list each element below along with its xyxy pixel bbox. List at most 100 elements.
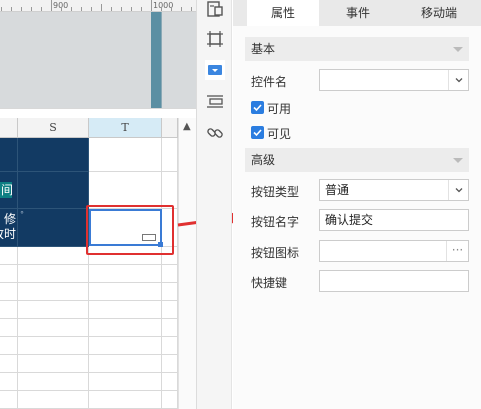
- section-advanced-title: 高级: [251, 153, 276, 167]
- shortcut-label: 快捷键: [251, 276, 288, 290]
- horizontal-ruler: 900 1000: [0, 0, 196, 12]
- grid-cell[interactable]: [18, 373, 89, 391]
- scroll-up-icon[interactable]: ▲: [183, 121, 191, 132]
- enabled-label: 可用: [267, 102, 292, 116]
- grid-cell[interactable]: [18, 319, 89, 337]
- control-name-label: 控件名: [251, 75, 288, 89]
- grid-cell[interactable]: [0, 337, 18, 355]
- button-icon-input[interactable]: ···: [319, 240, 469, 262]
- grid-cell[interactable]: [162, 337, 178, 355]
- ruler-tick: [11, 7, 12, 11]
- tab-mobile[interactable]: 移动端: [397, 0, 481, 26]
- grid-cell[interactable]: [0, 301, 18, 319]
- grid-cell[interactable]: [18, 355, 89, 373]
- dropdown-widget-icon[interactable]: [205, 60, 225, 80]
- corner-mark: °: [20, 210, 24, 219]
- ruler-tick: [171, 7, 172, 11]
- ruler-tick: [161, 7, 162, 11]
- ruler-tick: [31, 7, 32, 11]
- grid-cell[interactable]: [18, 301, 89, 319]
- page-boundary-marker[interactable]: [151, 12, 161, 108]
- grid-cell[interactable]: [0, 319, 18, 337]
- grid-cell[interactable]: 间: [0, 172, 18, 209]
- grid-cell[interactable]: [162, 265, 178, 283]
- pane-splitter[interactable]: [0, 108, 196, 118]
- grid-cell[interactable]: [89, 283, 162, 301]
- grid-cell[interactable]: [18, 265, 89, 283]
- grid-cell[interactable]: [18, 247, 89, 265]
- cell-text: 修: [4, 212, 17, 226]
- enabled-checkbox[interactable]: [251, 101, 264, 114]
- column-header-prev[interactable]: [0, 118, 18, 138]
- ruler-tick: [81, 7, 82, 11]
- grid-cell[interactable]: 修 改时: [0, 209, 18, 247]
- grid-cell[interactable]: [0, 283, 18, 301]
- shortcut-input[interactable]: [319, 270, 469, 292]
- ruler-tick: [1, 7, 2, 11]
- grid-cell[interactable]: [18, 391, 89, 409]
- grid-cell[interactable]: [18, 172, 89, 209]
- cell-text: 改时: [0, 227, 17, 241]
- grid-cell[interactable]: [0, 265, 18, 283]
- design-canvas[interactable]: 900 1000 S T 间 修 时 ° ▲: [0, 0, 196, 409]
- chevron-down-icon[interactable]: [448, 180, 468, 200]
- app-root: 900 1000 S T 间 修 时 ° ▲ 属性 事件 移动端 基本 控件名 …: [0, 0, 481, 409]
- tab-properties[interactable]: 属性: [247, 0, 319, 26]
- cell-text: 间: [1, 183, 14, 197]
- grid-cell[interactable]: [0, 355, 18, 373]
- button-name-input[interactable]: 确认提交: [319, 209, 469, 231]
- grid-cell[interactable]: [162, 373, 178, 391]
- ruler-tick: [181, 7, 182, 11]
- ruler-tick: [151, 0, 152, 11]
- visible-checkbox[interactable]: [251, 126, 264, 139]
- grid-cell[interactable]: °: [18, 209, 89, 247]
- grid-cell[interactable]: [89, 138, 162, 172]
- grid-cell[interactable]: [89, 337, 162, 355]
- grid-cell[interactable]: [0, 247, 18, 265]
- grid-cell[interactable]: [162, 138, 178, 172]
- grid-cell[interactable]: [89, 373, 162, 391]
- grid-cell[interactable]: [89, 301, 162, 319]
- grid-cell[interactable]: [89, 265, 162, 283]
- ruler-tick: [71, 7, 72, 11]
- grid-cell[interactable]: [0, 373, 18, 391]
- browse-icon-button[interactable]: ···: [446, 241, 468, 261]
- grid-cell[interactable]: [89, 172, 162, 209]
- collapse-icon[interactable]: [453, 47, 463, 52]
- template-icon[interactable]: [205, 0, 225, 20]
- vertical-scrollbar[interactable]: ▲: [178, 118, 196, 409]
- link-icon[interactable]: [205, 123, 225, 143]
- section-advanced[interactable]: 高级: [245, 148, 469, 172]
- page-boundary-line: [161, 12, 162, 108]
- grid-cell[interactable]: [162, 172, 178, 209]
- grid-cell[interactable]: [18, 138, 89, 172]
- property-panel: 属性 事件 移动端 基本 控件名 可用 可见 高级 按钮类型 普通 按钮名字 确…: [233, 0, 481, 409]
- column-header-s[interactable]: S: [18, 118, 89, 138]
- column-header-t[interactable]: T: [89, 118, 162, 138]
- ruler-tick: [61, 7, 62, 11]
- frame-icon[interactable]: [205, 29, 225, 49]
- control-name-select[interactable]: [319, 69, 469, 91]
- parameter-pane[interactable]: [0, 12, 196, 108]
- grid-cell[interactable]: [89, 355, 162, 373]
- button-type-select[interactable]: 普通: [319, 179, 469, 201]
- grid-cell[interactable]: [162, 319, 178, 337]
- grid-cell[interactable]: [89, 319, 162, 337]
- grid-cell[interactable]: [18, 283, 89, 301]
- chevron-down-icon[interactable]: [448, 70, 468, 90]
- tab-events[interactable]: 事件: [319, 0, 397, 26]
- layers-icon[interactable]: [205, 92, 225, 112]
- collapse-icon[interactable]: [453, 158, 463, 163]
- grid-cell[interactable]: [0, 138, 18, 172]
- grid-cell[interactable]: [89, 391, 162, 409]
- grid-cell[interactable]: [162, 301, 178, 319]
- grid-cell[interactable]: [162, 391, 178, 409]
- column-header-next[interactable]: [162, 118, 178, 138]
- grid-cell[interactable]: [0, 391, 18, 409]
- ruler-tick: [131, 7, 132, 11]
- grid-cell[interactable]: [162, 283, 178, 301]
- grid-cell[interactable]: [162, 355, 178, 373]
- ruler-tick: [101, 4, 102, 11]
- section-basic[interactable]: 基本: [245, 37, 469, 61]
- grid-cell[interactable]: [18, 337, 89, 355]
